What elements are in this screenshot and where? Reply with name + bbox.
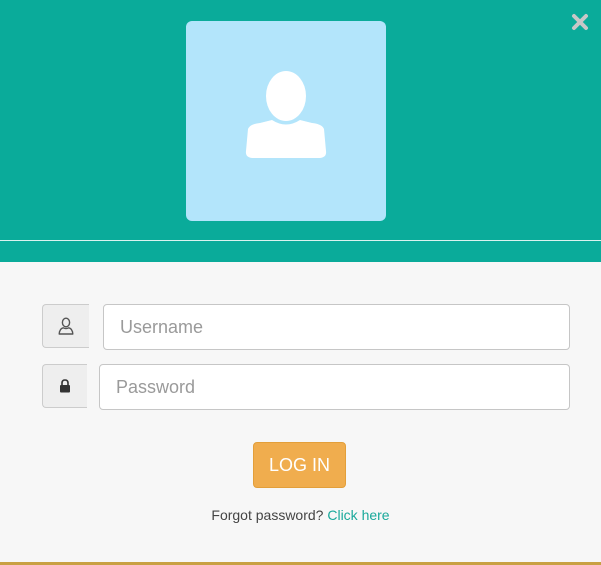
close-button[interactable] [570, 12, 590, 32]
password-row [42, 364, 570, 410]
username-input[interactable] [103, 304, 570, 350]
user-outline-icon [58, 317, 74, 335]
login-modal: LOG IN Forgot password? Click here [0, 0, 601, 565]
forgot-password-text: Forgot password? [211, 507, 324, 523]
login-button[interactable]: LOG IN [253, 442, 346, 488]
modal-header [0, 0, 601, 262]
avatar [186, 21, 386, 221]
forgot-password: Forgot password? Click here [0, 507, 601, 523]
username-row [42, 304, 570, 350]
lock-icon [60, 379, 70, 393]
forgot-password-link[interactable]: Click here [327, 507, 389, 523]
username-addon [42, 304, 89, 348]
close-icon [572, 14, 588, 30]
password-input[interactable] [99, 364, 570, 410]
user-icon [245, 71, 327, 158]
header-divider [0, 240, 601, 241]
password-addon [42, 364, 87, 408]
